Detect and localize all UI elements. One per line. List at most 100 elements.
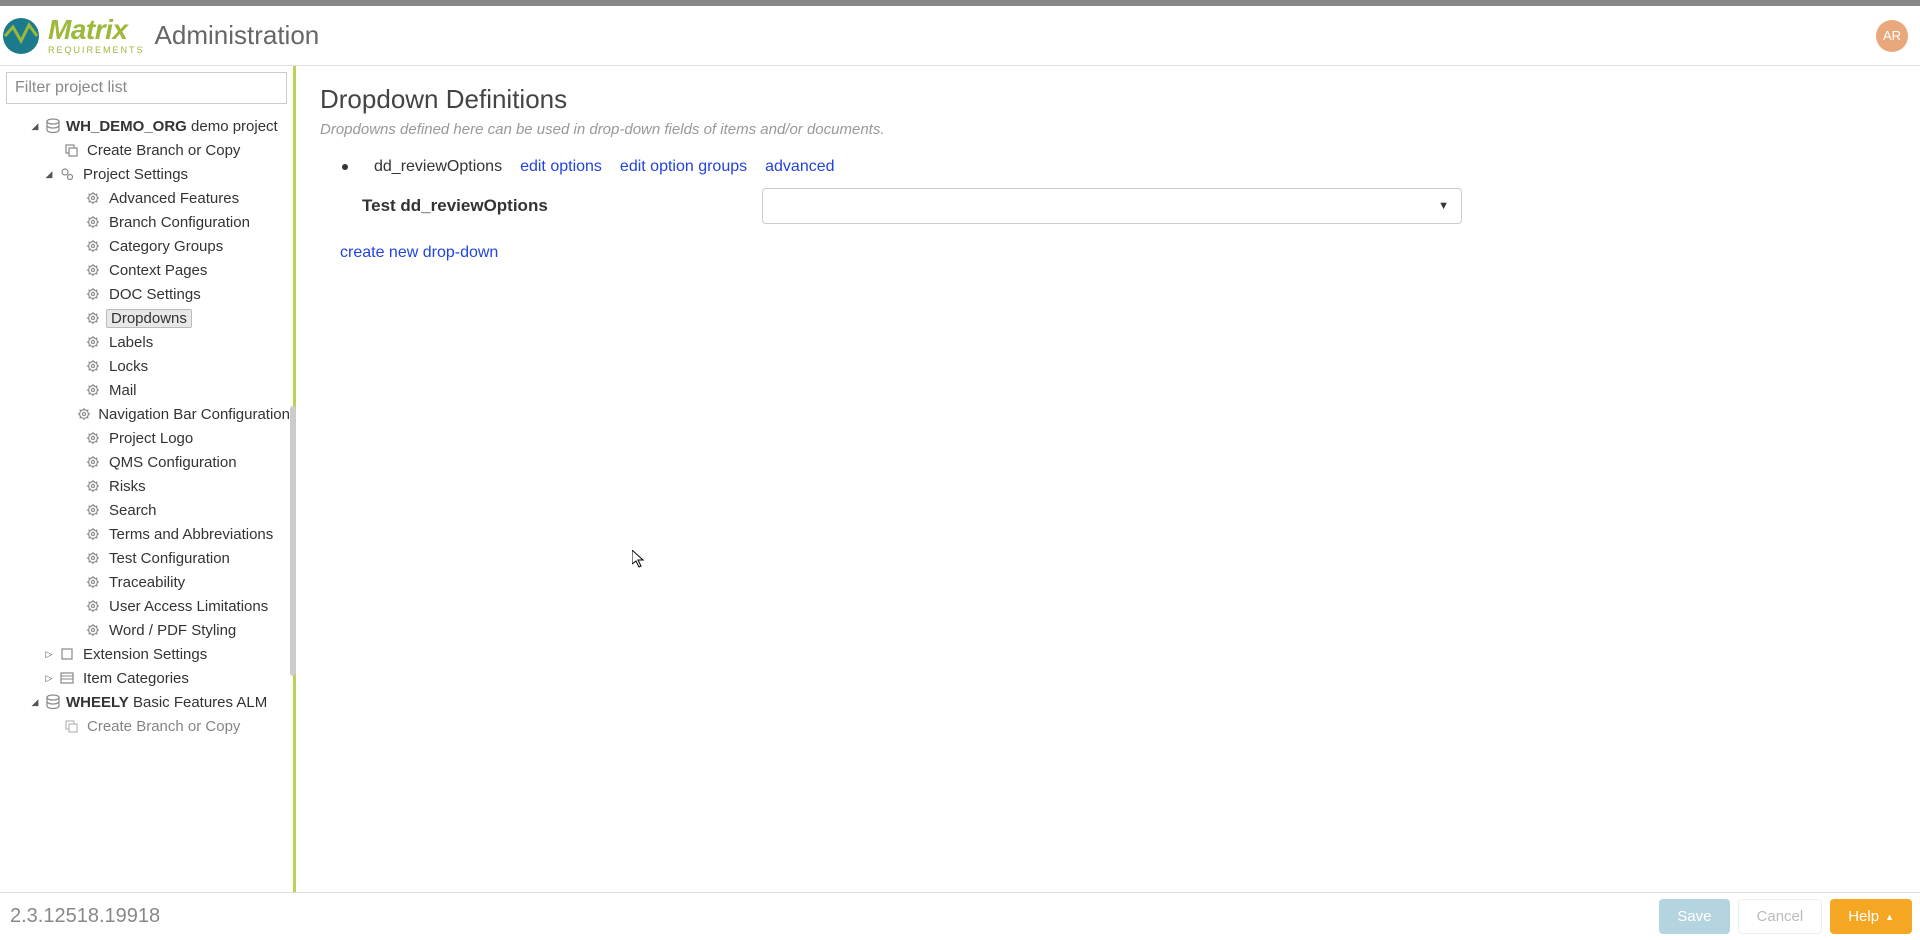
gear-icon bbox=[84, 527, 102, 541]
tree-item-mail[interactable]: Mail bbox=[6, 378, 293, 402]
tree-label: Labels bbox=[106, 333, 156, 352]
main-content: Dropdown Definitions Dropdowns defined h… bbox=[296, 66, 1920, 892]
copy-icon bbox=[62, 719, 80, 733]
gear-icon bbox=[84, 431, 102, 445]
tree-project-wh-demo[interactable]: ◢ WH_DEMO_ORG demo project bbox=[6, 114, 293, 138]
gear-icon bbox=[84, 575, 102, 589]
tree-label: Mail bbox=[106, 381, 140, 400]
footer-buttons: Save Cancel Help ▲ bbox=[1659, 899, 1912, 934]
cancel-button[interactable]: Cancel bbox=[1738, 899, 1823, 934]
tree-label: DOC Settings bbox=[106, 285, 204, 304]
gear-icon bbox=[84, 191, 102, 205]
gear-icon bbox=[84, 335, 102, 349]
gear-icon bbox=[84, 239, 102, 253]
caret-right-icon: ▷ bbox=[44, 673, 54, 684]
user-avatar[interactable]: AR bbox=[1876, 20, 1908, 52]
page-title: Dropdown Definitions bbox=[320, 84, 1896, 115]
tree-item-categories[interactable]: ▷ Item Categories bbox=[6, 666, 293, 690]
tree-item-labels[interactable]: Labels bbox=[6, 330, 293, 354]
project-tree: ◢ WH_DEMO_ORG demo project Create Branch… bbox=[0, 108, 293, 892]
tree-label: Create Branch or Copy bbox=[84, 141, 243, 160]
logo[interactable]: Matrix REQUIREMENTS bbox=[0, 15, 145, 57]
advanced-link[interactable]: advanced bbox=[765, 158, 834, 176]
gear-icon bbox=[84, 551, 102, 565]
gear-icon bbox=[84, 479, 102, 493]
logo-text: Matrix REQUIREMENTS bbox=[48, 16, 145, 55]
tree-item-project-logo[interactable]: Project Logo bbox=[6, 426, 293, 450]
gear-icon bbox=[84, 503, 102, 517]
copy-icon bbox=[62, 143, 80, 157]
tree-item-dropdowns[interactable]: Dropdowns bbox=[6, 306, 293, 330]
tree-label: Project Logo bbox=[106, 429, 196, 448]
gear-icon bbox=[84, 263, 102, 277]
tree-label: Risks bbox=[106, 477, 149, 496]
help-button-label: Help bbox=[1848, 908, 1879, 925]
footer: 2.3.12518.19918 Save Cancel Help ▲ bbox=[0, 892, 1920, 940]
tree-item-category-groups[interactable]: Category Groups bbox=[6, 234, 293, 258]
tree-extension-settings[interactable]: ▷ Extension Settings bbox=[6, 642, 293, 666]
help-button[interactable]: Help ▲ bbox=[1830, 899, 1912, 934]
sidebar-scrollbar[interactable] bbox=[290, 406, 296, 676]
tree-item-user-access[interactable]: User Access Limitations bbox=[6, 594, 293, 618]
tree-label: Test Configuration bbox=[106, 549, 233, 568]
tree-create-branch-2[interactable]: Create Branch or Copy bbox=[6, 714, 293, 738]
tree-item-terms[interactable]: Terms and Abbreviations bbox=[6, 522, 293, 546]
header-left: Matrix REQUIREMENTS Administration bbox=[0, 15, 319, 57]
body: ◢ WH_DEMO_ORG demo project Create Branch… bbox=[0, 66, 1920, 892]
page-header-title: Administration bbox=[155, 20, 320, 51]
tree-label: WH_DEMO_ORG demo project bbox=[66, 118, 278, 135]
tree-label: Branch Configuration bbox=[106, 213, 253, 232]
caret-up-icon: ▲ bbox=[1885, 912, 1894, 922]
tree-item-advanced-features[interactable]: Advanced Features bbox=[6, 186, 293, 210]
logo-sub-text: REQUIREMENTS bbox=[48, 46, 145, 55]
tree-create-branch[interactable]: Create Branch or Copy bbox=[6, 138, 293, 162]
caret-down-icon: ◢ bbox=[44, 169, 54, 180]
sidebar: ◢ WH_DEMO_ORG demo project Create Branch… bbox=[0, 66, 296, 892]
tree-item-locks[interactable]: Locks bbox=[6, 354, 293, 378]
tree-item-word-pdf[interactable]: Word / PDF Styling bbox=[6, 618, 293, 642]
tree-item-context-pages[interactable]: Context Pages bbox=[6, 258, 293, 282]
project-filter-input[interactable] bbox=[6, 72, 287, 104]
caret-down-icon: ◢ bbox=[30, 121, 40, 132]
create-new-dropdown-link[interactable]: create new drop-down bbox=[340, 244, 498, 262]
caret-right-icon: ▷ bbox=[44, 649, 54, 660]
tree-project-wheely[interactable]: ◢ WHEELY Basic Features ALM bbox=[6, 690, 293, 714]
gear-icon bbox=[84, 359, 102, 373]
list-icon bbox=[58, 671, 76, 685]
gear-icon bbox=[84, 383, 102, 397]
tree-label: Advanced Features bbox=[106, 189, 242, 208]
dropdown-name: dd_reviewOptions bbox=[374, 158, 502, 176]
tree-item-branch-config[interactable]: Branch Configuration bbox=[6, 210, 293, 234]
tree-item-doc-settings[interactable]: DOC Settings bbox=[6, 282, 293, 306]
tree-label: Category Groups bbox=[106, 237, 226, 256]
edit-options-link[interactable]: edit options bbox=[520, 158, 602, 176]
tree-label: Context Pages bbox=[106, 261, 210, 280]
logo-main-text: Matrix bbox=[48, 16, 145, 44]
test-dropdown-label: Test dd_reviewOptions bbox=[362, 196, 742, 216]
gear-icon bbox=[84, 311, 102, 325]
gear-icon bbox=[77, 407, 91, 421]
filter-box bbox=[0, 66, 293, 108]
tree-label: QMS Configuration bbox=[106, 453, 240, 472]
tree-item-qms[interactable]: QMS Configuration bbox=[6, 450, 293, 474]
save-button[interactable]: Save bbox=[1659, 899, 1729, 934]
test-dropdown-select[interactable]: ▼ bbox=[762, 188, 1462, 224]
puzzle-icon bbox=[58, 647, 76, 661]
tree-label: Terms and Abbreviations bbox=[106, 525, 276, 544]
gear-icon bbox=[84, 623, 102, 637]
page-description: Dropdowns defined here can be used in dr… bbox=[320, 121, 1896, 138]
chevron-down-icon: ▼ bbox=[1438, 200, 1449, 212]
tree-label: Item Categories bbox=[80, 669, 192, 688]
tree-item-risks[interactable]: Risks bbox=[6, 474, 293, 498]
tree-label: Create Branch or Copy bbox=[84, 717, 243, 736]
tree-label: Traceability bbox=[106, 573, 188, 592]
tree-item-search[interactable]: Search bbox=[6, 498, 293, 522]
tree-project-settings[interactable]: ◢ Project Settings bbox=[6, 162, 293, 186]
tree-item-traceability[interactable]: Traceability bbox=[6, 570, 293, 594]
tree-label: Locks bbox=[106, 357, 151, 376]
tree-label: WHEELY Basic Features ALM bbox=[66, 694, 267, 711]
tree-item-test-config[interactable]: Test Configuration bbox=[6, 546, 293, 570]
tree-item-nav-bar[interactable]: Navigation Bar Configuration bbox=[6, 402, 293, 426]
tree-label: Project Settings bbox=[80, 165, 191, 184]
edit-option-groups-link[interactable]: edit option groups bbox=[620, 158, 747, 176]
